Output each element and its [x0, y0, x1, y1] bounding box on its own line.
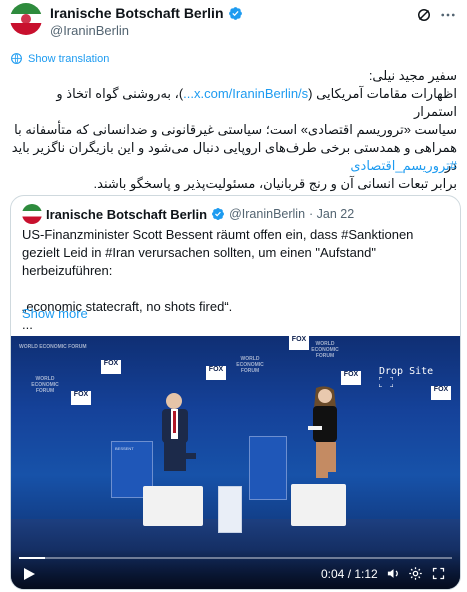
show-translation-label[interactable]: Show translation: [28, 53, 109, 65]
side-table: [218, 486, 242, 533]
show-more-link[interactable]: Show more: [22, 306, 88, 321]
quote-author-name: Iranische Botschaft Berlin: [46, 206, 208, 222]
fox-business-logo: FOX: [101, 360, 121, 374]
grok-icon[interactable]: [415, 6, 433, 24]
speaker-woman: [308, 386, 337, 478]
quote-avatar: [22, 204, 42, 224]
video-progress-fill: [19, 557, 45, 559]
hashtag-link[interactable]: #تروریسم_اقتصادی: [350, 158, 457, 174]
wef-logo: WORLD ECONOMIC FORUM: [31, 376, 59, 394]
volume-icon[interactable]: [386, 566, 401, 581]
tweet-text-line1: سفیر مجید نیلی:: [368, 68, 457, 83]
video-progress-bar[interactable]: [19, 557, 452, 559]
fox-business-logo: FOX: [289, 336, 309, 350]
play-icon[interactable]: [22, 567, 36, 581]
quote-handle: @IraninBerlin: [229, 207, 306, 221]
podium-screen: [249, 436, 287, 500]
wef-logo: WORLD ECONOMIC FORUM: [311, 341, 339, 359]
author-handle[interactable]: @IraninBerlin: [50, 23, 129, 38]
avatar[interactable]: [10, 3, 42, 35]
tweet-link[interactable]: x.com/IraninBerlin/s...: [183, 86, 308, 101]
translate-icon: [11, 53, 22, 64]
quote-date: · Jan 22: [309, 207, 355, 221]
chair: [291, 484, 346, 526]
tweet-text: سفیر مجید نیلی: اظهارات مقامات آمریکایی …: [10, 67, 457, 193]
fullscreen-icon[interactable]: [431, 566, 446, 581]
show-translation-link[interactable]: Show translation: [10, 52, 109, 65]
tweet-text-line2a: اظهارات مقامات آمریکایی (: [308, 86, 457, 101]
fox-business-logo: FOX: [341, 371, 361, 385]
settings-gear-icon[interactable]: [408, 566, 423, 581]
video-time: 0:04 / 1:12: [321, 567, 378, 581]
author-name[interactable]: Iranische Botschaft Berlin: [50, 5, 224, 21]
fox-business-logo: FOX: [206, 366, 226, 380]
speaker-man: [162, 393, 196, 471]
wef-logo: WORLD ECONOMIC FORUM: [236, 356, 264, 374]
video-controls: 0:04 / 1:12: [11, 549, 460, 589]
podium-label: BESSENT: [115, 446, 134, 451]
verified-badge-icon: [212, 208, 225, 220]
watermark-text: Drop Site: [379, 366, 434, 377]
tweet-text-rest: سیاست «تروریسم اقتصادی» است؛ سیاستی غیرق…: [11, 122, 457, 191]
wef-logo: WORLD ECONOMIC FORUM: [19, 344, 87, 350]
watermark-corner-icon: [378, 376, 394, 388]
verified-badge-icon: [228, 6, 242, 20]
tweet-header: Iranische Botschaft Berlin @IraninBerlin: [10, 3, 457, 39]
quoted-tweet[interactable]: Iranische Botschaft Berlin @IraninBerlin…: [10, 195, 461, 590]
video-player[interactable]: WORLD ECONOMIC FORUM FOX FOX FOX FOX FOX…: [11, 336, 460, 589]
fox-business-logo: FOX: [71, 391, 91, 405]
chair: [143, 486, 203, 526]
drop-site-watermark: Drop Site: [378, 366, 449, 388]
quote-paragraph-1: US-Finanzminister Scott Bessent räumt of…: [22, 227, 414, 278]
more-options-icon[interactable]: [439, 6, 457, 24]
fox-business-logo: FOX: [431, 386, 451, 400]
